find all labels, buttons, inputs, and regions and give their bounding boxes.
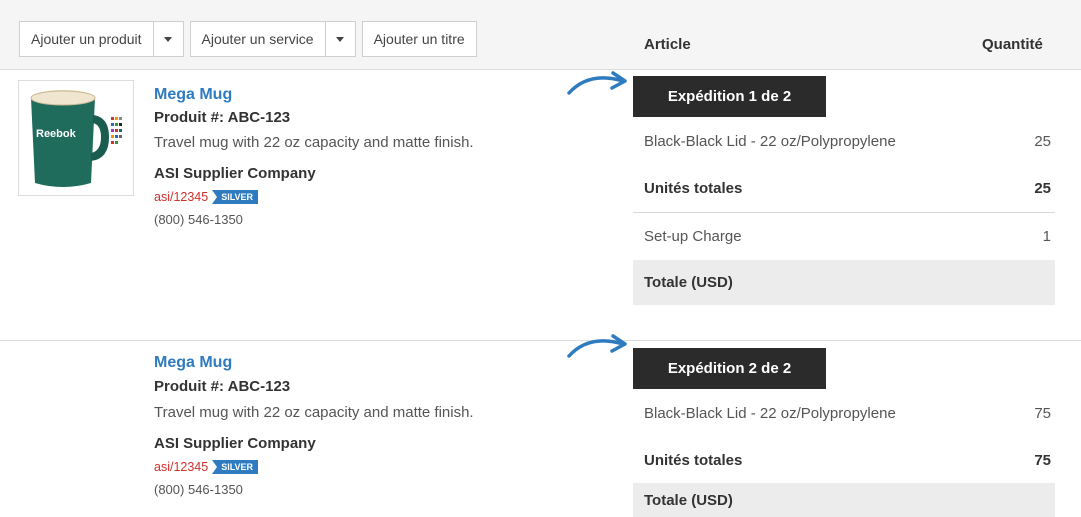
product-name-link[interactable]: Mega Mug xyxy=(154,354,232,372)
row-name: Black-Black Lid - 22 oz/Polypropylene xyxy=(644,132,896,150)
shipment-2-row-total-usd: Totale (USD) xyxy=(633,483,1055,517)
asi-number: asi/12345 xyxy=(154,460,209,474)
row-qty: 1 xyxy=(1042,228,1051,245)
mug-brand-text: Reebok xyxy=(36,128,77,140)
row-name: Unités totales xyxy=(644,179,743,197)
shipment-1-row-variant: Black-Black Lid - 22 oz/Polypropylene 25 xyxy=(633,117,1055,165)
supplier-asi: asi/12345 SILVER xyxy=(154,190,259,204)
caret-down-icon xyxy=(164,36,173,42)
curved-arrow-icon xyxy=(567,334,627,358)
row-qty: 75 xyxy=(1034,404,1051,422)
silver-badge: SILVER xyxy=(212,190,259,204)
product-number: Produit #: ABC-123 xyxy=(154,378,291,395)
row-qty: 25 xyxy=(1034,132,1051,150)
toolbar: Ajouter un produit Ajouter un service Aj… xyxy=(19,21,477,57)
curved-arrow-icon xyxy=(567,71,627,95)
shipment-label-2: Expédition 2 de 2 xyxy=(633,348,826,389)
add-service-dropdown-button[interactable] xyxy=(325,21,356,57)
column-header-article: Article xyxy=(644,36,691,53)
add-title-button[interactable]: Ajouter un titre xyxy=(361,21,477,57)
row-name: Set-up Charge xyxy=(644,228,742,245)
silver-badge: SILVER xyxy=(212,460,259,474)
shipment-1-row-setup: Set-up Charge 1 xyxy=(633,212,1055,260)
column-header-quantity: Quantité xyxy=(982,36,1043,53)
product-number: Produit #: ABC-123 xyxy=(154,109,291,126)
row-name: Unités totales xyxy=(644,451,743,469)
supplier-name: ASI Supplier Company xyxy=(154,435,316,452)
supplier-name: ASI Supplier Company xyxy=(154,165,316,182)
supplier-phone: (800) 546-1350 xyxy=(154,212,243,227)
add-service-button[interactable]: Ajouter un service xyxy=(189,21,326,57)
row-qty: 25 xyxy=(1034,179,1051,197)
row-name: Black-Black Lid - 22 oz/Polypropylene xyxy=(644,404,896,422)
shipment-label-1: Expédition 1 de 2 xyxy=(633,76,826,117)
product-name-link[interactable]: Mega Mug xyxy=(154,86,232,104)
row-qty: 75 xyxy=(1034,451,1051,469)
add-service-group: Ajouter un service xyxy=(189,21,356,57)
supplier-asi: asi/12345 SILVER xyxy=(154,460,259,474)
supplier-phone: (800) 546-1350 xyxy=(154,482,243,497)
shipment-1-row-total-units: Unités totales 25 xyxy=(633,164,1055,212)
asi-number: asi/12345 xyxy=(154,190,209,204)
shipment-1-row-total-usd: Totale (USD) xyxy=(633,260,1055,305)
row-name: Totale (USD) xyxy=(644,274,733,291)
shipment-2-row-variant: Black-Black Lid - 22 oz/Polypropylene 75 xyxy=(633,389,1055,437)
mug-icon: Reebok xyxy=(30,90,122,187)
caret-down-icon xyxy=(336,36,345,42)
product-image[interactable]: Reebok xyxy=(18,80,134,196)
row-name: Totale (USD) xyxy=(644,491,733,509)
section-divider xyxy=(0,340,1081,341)
add-product-button[interactable]: Ajouter un produit xyxy=(19,21,154,57)
shipment-2-row-total-units: Unités totales 75 xyxy=(633,436,1055,484)
add-product-dropdown-button[interactable] xyxy=(153,21,184,57)
product-description: Travel mug with 22 oz capacity and matte… xyxy=(154,134,474,151)
product-description: Travel mug with 22 oz capacity and matte… xyxy=(154,404,474,421)
add-product-group: Ajouter un produit xyxy=(19,21,184,57)
